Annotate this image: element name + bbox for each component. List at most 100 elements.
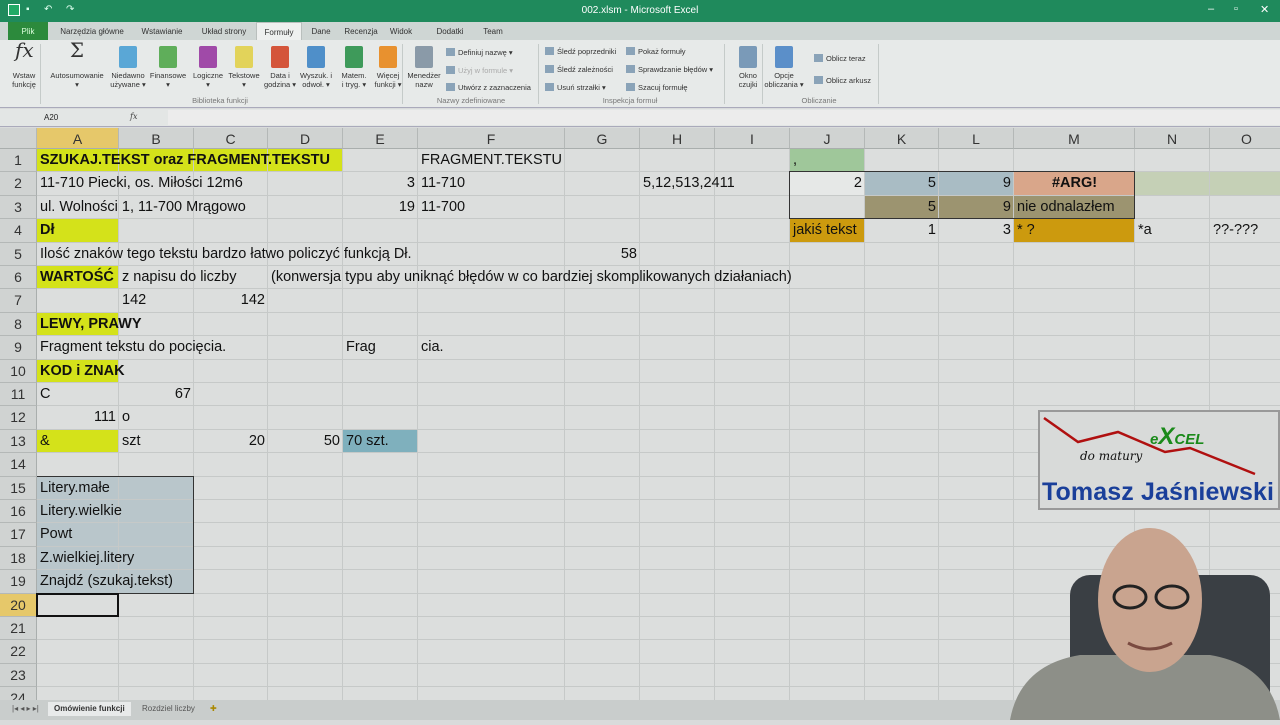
cell-F9[interactable]: cia. bbox=[418, 336, 447, 359]
column-header-E[interactable]: E bbox=[343, 128, 418, 149]
cell-B6[interactable]: z napisu do liczby bbox=[119, 266, 239, 289]
name-box[interactable]: A20 bbox=[6, 111, 110, 125]
sheet-nav-arrows[interactable]: |◂ ◂ ▸ ▸| bbox=[6, 702, 45, 716]
row-header-3[interactable]: 3 bbox=[0, 195, 37, 220]
cell-N4[interactable]: *a bbox=[1135, 219, 1155, 242]
cell-A2[interactable]: 11-710 Piecki, os. Miłości 12m6 bbox=[37, 172, 246, 195]
cell-B7[interactable]: 142 bbox=[119, 289, 149, 312]
row-header-20[interactable]: 20 bbox=[0, 593, 37, 617]
maximize-button[interactable]: ▫ bbox=[1234, 3, 1238, 15]
ribbon-cmd[interactable]: Śledź zależności bbox=[557, 65, 613, 74]
tab-dane[interactable]: Dane bbox=[306, 22, 336, 40]
cell-B13[interactable]: szt bbox=[119, 430, 144, 453]
minimize-button[interactable]: – bbox=[1208, 3, 1214, 15]
column-header-N[interactable]: N bbox=[1135, 128, 1210, 149]
cell-L3[interactable]: 9 bbox=[939, 196, 1014, 219]
cell-A6[interactable]: WARTOŚĆ bbox=[37, 266, 117, 289]
cell-M2[interactable]: #ARG! bbox=[1014, 172, 1135, 195]
row-header-6[interactable]: 6 bbox=[0, 266, 37, 290]
cell-A13[interactable]: & bbox=[37, 430, 53, 453]
tab-dodatki[interactable]: Dodatki bbox=[430, 22, 470, 40]
cell-A5[interactable]: Ilość znaków tego tekstu bardzo łatwo po… bbox=[37, 243, 415, 266]
ribbon-cmd[interactable]: Sprawdzanie błędów ▾ bbox=[638, 65, 713, 74]
cell-A9[interactable]: Fragment tekstu do pocięcia. bbox=[37, 336, 229, 359]
cell-H2[interactable]: 5,12,513,2411 bbox=[640, 172, 738, 195]
ribbon-cmd[interactable]: Utwórz z zaznaczenia bbox=[458, 83, 531, 92]
column-header-I[interactable]: I bbox=[715, 128, 790, 149]
cell-A18[interactable]: Z.wielkiej.litery bbox=[37, 547, 137, 570]
cell-A17[interactable]: Powt bbox=[37, 523, 75, 546]
column-header-A[interactable]: A bbox=[37, 128, 119, 149]
book-lookup-button[interactable]: Wyszuk. i odwoł. ▾ bbox=[296, 46, 336, 89]
row-header-10[interactable]: 10 bbox=[0, 359, 37, 383]
row-header-7[interactable]: 7 bbox=[0, 289, 37, 313]
book-blue-button[interactable]: Niedawno używane ▾ bbox=[108, 46, 148, 89]
row-header-9[interactable]: 9 bbox=[0, 336, 37, 360]
row-header-14[interactable]: 14 bbox=[0, 453, 37, 477]
column-header-O[interactable]: O bbox=[1210, 128, 1280, 149]
cell-C7[interactable]: 142 bbox=[194, 289, 268, 312]
tab-uk-ad-strony[interactable]: Układ strony bbox=[192, 22, 256, 40]
column-header-H[interactable]: H bbox=[640, 128, 715, 149]
cell-K2[interactable]: 5 bbox=[865, 172, 939, 195]
cell-J2[interactable]: 2 bbox=[790, 172, 865, 195]
tab-wstawianie[interactable]: Wstawianie bbox=[136, 22, 188, 40]
cell-L4[interactable]: 3 bbox=[939, 219, 1014, 242]
insert-sheet-icon[interactable]: ✚ bbox=[204, 702, 223, 716]
column-header-K[interactable]: K bbox=[865, 128, 939, 149]
cell-A11[interactable]: C bbox=[37, 383, 53, 406]
cell-E3[interactable]: 19 bbox=[343, 196, 418, 219]
ribbon-cmd[interactable]: Pokaż formuły bbox=[638, 47, 686, 56]
tab-team[interactable]: Team bbox=[478, 22, 508, 40]
cell-M4[interactable]: * ? bbox=[1014, 219, 1038, 242]
cell-F2[interactable]: 11-710 bbox=[418, 172, 468, 195]
ribbon-cmd[interactable]: Definiuj nazwę ▾ bbox=[458, 48, 513, 57]
select-all-corner[interactable] bbox=[0, 128, 37, 149]
cell-E13[interactable]: 70 szt. bbox=[343, 430, 392, 453]
row-header-19[interactable]: 19 bbox=[0, 570, 37, 594]
cell-G5[interactable]: 58 bbox=[565, 243, 640, 266]
cell-F3[interactable]: 11-700 bbox=[418, 196, 468, 219]
row-header-12[interactable]: 12 bbox=[0, 406, 37, 430]
sigma-button[interactable]: Σ Autosumowanie ▾ bbox=[46, 40, 108, 89]
cell-A4[interactable]: Dł bbox=[37, 219, 58, 242]
column-header-D[interactable]: D bbox=[268, 128, 343, 149]
cell-A10[interactable]: KOD i ZNAK bbox=[37, 360, 128, 383]
cell-A1[interactable]: SZUKAJ.TEKST oraz FRAGMENT.TEKSTU bbox=[37, 149, 333, 172]
row-header-15[interactable]: 15 bbox=[0, 476, 37, 500]
cell-O4[interactable]: ??-??? bbox=[1210, 219, 1261, 242]
ribbon-cmd[interactable]: Oblicz teraz bbox=[826, 54, 866, 63]
tab-widok[interactable]: Widok bbox=[388, 22, 414, 40]
formula-input[interactable] bbox=[168, 110, 1280, 125]
cell-L2[interactable]: 9 bbox=[939, 172, 1014, 195]
ribbon-cmd[interactable]: Oblicz arkusz bbox=[826, 76, 871, 85]
row-header-23[interactable]: 23 bbox=[0, 663, 37, 688]
close-button[interactable]: ✕ bbox=[1260, 3, 1269, 16]
ribbon-cmd[interactable]: Użyj w formule ▾ bbox=[458, 66, 513, 75]
tab-recenzja[interactable]: Recenzja bbox=[340, 22, 382, 40]
cell-K4[interactable]: 1 bbox=[865, 219, 939, 242]
cell-J1[interactable]: , bbox=[790, 149, 800, 172]
cell-A8[interactable]: LEWY, PRAWY bbox=[37, 313, 145, 336]
cell-A3[interactable]: ul. Wolności 1, 11-700 Mrągowo bbox=[37, 196, 249, 219]
row-header-21[interactable]: 21 bbox=[0, 617, 37, 641]
calc-options-button[interactable]: Opcje obliczania ▾ bbox=[764, 46, 804, 89]
name-manager-button[interactable]: Menedżer nazw bbox=[404, 46, 444, 89]
column-header-B[interactable]: B bbox=[119, 128, 194, 149]
cell-F1[interactable]: FRAGMENT.TEKSTU bbox=[418, 149, 565, 172]
row-header-1[interactable]: 1 bbox=[0, 149, 37, 173]
row-header-13[interactable]: 13 bbox=[0, 429, 37, 454]
cell-E9[interactable]: Frag bbox=[343, 336, 379, 359]
row-header-18[interactable]: 18 bbox=[0, 546, 37, 571]
cell-A15[interactable]: Litery.małe bbox=[37, 477, 113, 500]
row-header-17[interactable]: 17 bbox=[0, 523, 37, 547]
cell-A16[interactable]: Litery.wielkie bbox=[37, 500, 125, 523]
cell-K3[interactable]: 5 bbox=[865, 196, 939, 219]
cell-B12[interactable]: o bbox=[119, 406, 133, 429]
column-header-J[interactable]: J bbox=[790, 128, 865, 149]
cell-D6[interactable]: (konwersja typu aby uniknąć błędów w co … bbox=[268, 266, 795, 289]
tab-narz-dzia-g-wne[interactable]: Narzędzia główne bbox=[52, 22, 132, 40]
row-header-5[interactable]: 5 bbox=[0, 242, 37, 266]
cell-D13[interactable]: 50 bbox=[268, 430, 343, 453]
sheet-tab-rozdziel-liczby[interactable]: Rozdziel liczby bbox=[136, 702, 201, 716]
